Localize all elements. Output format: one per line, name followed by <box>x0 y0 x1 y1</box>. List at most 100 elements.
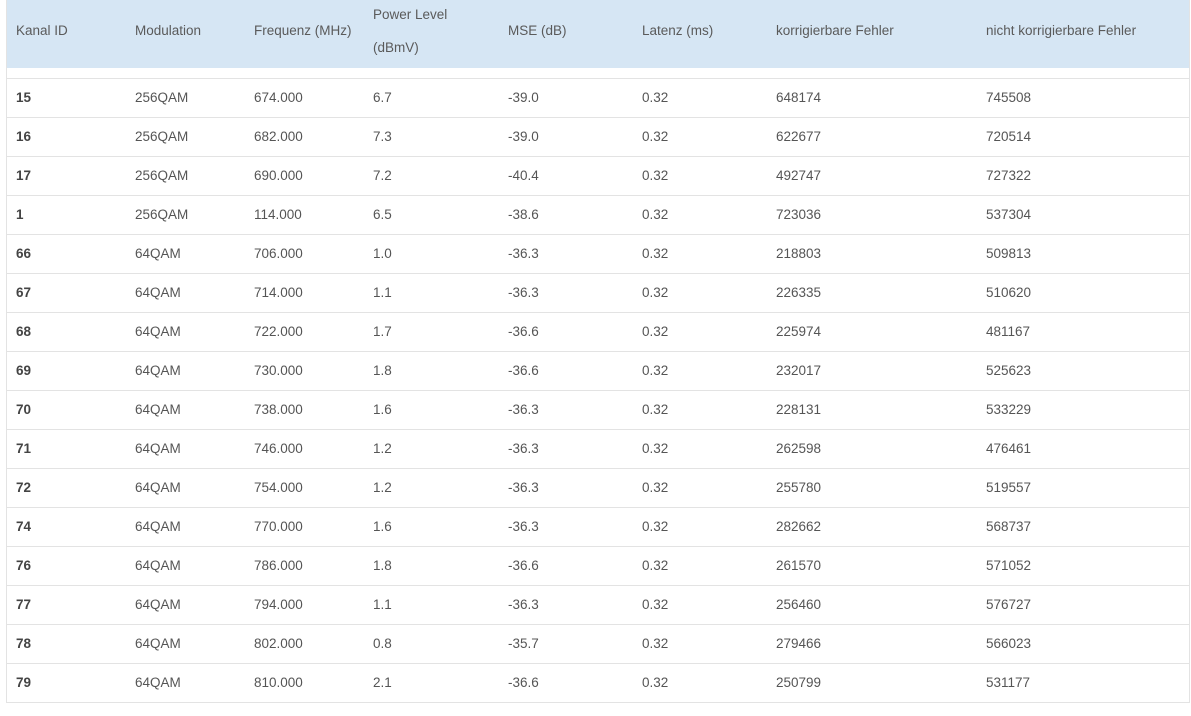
cell-nicht-korrigierbare-fehler: 525623 <box>986 363 1032 378</box>
header-latenz: Latenz (ms) <box>642 23 714 38</box>
header-spacer <box>7 68 1189 79</box>
header-mse: MSE (dB) <box>508 23 567 38</box>
cell-nicht-korrigierbare-fehler: 568737 <box>986 519 1032 534</box>
cell-kanal-id: 74 <box>16 519 32 534</box>
cell-modulation: 256QAM <box>135 90 189 105</box>
table-row: 72 64QAM 754.000 1.2 -36.3 0.32 255780 519557 <box>7 469 1189 508</box>
cell-latenz: 0.32 <box>642 558 669 573</box>
cell-power-level: 0.8 <box>373 636 392 651</box>
cell-modulation: 64QAM <box>135 480 181 495</box>
cell-kanal-id: 77 <box>16 597 32 612</box>
cell-mse: -36.3 <box>508 480 539 495</box>
cell-frequenz: 738.000 <box>254 402 303 417</box>
cell-modulation: 256QAM <box>135 129 189 144</box>
cell-korrigierbare-fehler: 226335 <box>776 285 822 300</box>
cell-modulation: 64QAM <box>135 636 181 651</box>
table-row: 74 64QAM 770.000 1.6 -36.3 0.32 282662 568737 <box>7 508 1189 547</box>
cell-nicht-korrigierbare-fehler: 531177 <box>986 675 1031 690</box>
cell-power-level: 1.6 <box>373 519 392 534</box>
cell-latenz: 0.32 <box>642 246 669 261</box>
cell-kanal-id: 1 <box>16 207 24 222</box>
cell-mse: -36.6 <box>508 363 539 378</box>
cell-mse: -36.3 <box>508 519 539 534</box>
cell-mse: -36.3 <box>508 597 539 612</box>
cell-power-level: 6.5 <box>373 207 392 222</box>
cell-kanal-id: 69 <box>16 363 32 378</box>
table-header: Kanal ID Modulation Frequenz (MHz) Power… <box>7 0 1189 68</box>
cell-frequenz: 114.000 <box>254 207 302 222</box>
cell-mse: -36.6 <box>508 324 539 339</box>
cell-modulation: 64QAM <box>135 675 181 690</box>
cell-frequenz: 794.000 <box>254 597 303 612</box>
cell-nicht-korrigierbare-fehler: 566023 <box>986 636 1032 651</box>
cell-latenz: 0.32 <box>642 402 669 417</box>
cell-kanal-id: 78 <box>16 636 32 651</box>
cell-power-level: 2.1 <box>373 675 392 690</box>
cell-frequenz: 714.000 <box>254 285 303 300</box>
table-row: 16 256QAM 682.000 7.3 -39.0 0.32 622677 720514 <box>7 118 1189 157</box>
cell-kanal-id: 67 <box>16 285 32 300</box>
cell-nicht-korrigierbare-fehler: 476461 <box>986 441 1032 456</box>
cell-mse: -36.3 <box>508 402 539 417</box>
header-power-level: Power Level (dBmV) <box>373 0 447 64</box>
cell-nicht-korrigierbare-fehler: 571052 <box>986 558 1032 573</box>
cell-power-level: 1.8 <box>373 558 392 573</box>
cell-frequenz: 690.000 <box>254 168 303 183</box>
cell-korrigierbare-fehler: 648174 <box>776 90 822 105</box>
cell-power-level: 1.1 <box>373 597 392 612</box>
cell-latenz: 0.32 <box>642 168 669 183</box>
cell-frequenz: 730.000 <box>254 363 303 378</box>
cell-kanal-id: 15 <box>16 90 32 105</box>
table-row: 1 256QAM 114.000 6.5 -38.6 0.32 723036 537304 <box>7 196 1189 235</box>
cell-latenz: 0.32 <box>642 90 669 105</box>
cell-latenz: 0.32 <box>642 480 669 495</box>
cell-frequenz: 802.000 <box>254 636 303 651</box>
cell-mse: -36.6 <box>508 558 539 573</box>
table-row: 79 64QAM 810.000 2.1 -36.6 0.32 250799 531177 <box>7 664 1189 703</box>
cell-modulation: 64QAM <box>135 441 181 456</box>
cell-korrigierbare-fehler: 218803 <box>776 246 822 261</box>
cell-nicht-korrigierbare-fehler: 533229 <box>986 402 1032 417</box>
cell-korrigierbare-fehler: 262598 <box>776 441 822 456</box>
cell-kanal-id: 71 <box>16 441 32 456</box>
cell-korrigierbare-fehler: 225974 <box>776 324 822 339</box>
cell-power-level: 7.3 <box>373 129 392 144</box>
table-row: 67 64QAM 714.000 1.1 -36.3 0.32 226335 510620 <box>7 274 1189 313</box>
cell-kanal-id: 79 <box>16 675 32 690</box>
cell-korrigierbare-fehler: 261570 <box>776 558 822 573</box>
cell-frequenz: 682.000 <box>254 129 303 144</box>
cell-nicht-korrigierbare-fehler: 720514 <box>986 129 1032 144</box>
header-power-level-label: Power Level <box>373 7 448 22</box>
cell-nicht-korrigierbare-fehler: 481167 <box>986 324 1031 339</box>
cell-latenz: 0.32 <box>642 324 669 339</box>
cell-mse: -38.6 <box>508 207 539 222</box>
cell-modulation: 64QAM <box>135 246 181 261</box>
cell-power-level: 1.7 <box>373 324 392 339</box>
table-row: 68 64QAM 722.000 1.7 -36.6 0.32 225974 481167 <box>7 313 1189 352</box>
table-row: 66 64QAM 706.000 1.0 -36.3 0.32 218803 509813 <box>7 235 1189 274</box>
cell-power-level: 7.2 <box>373 168 392 183</box>
cell-kanal-id: 16 <box>16 129 32 144</box>
cell-korrigierbare-fehler: 279466 <box>776 636 822 651</box>
cell-power-level: 1.6 <box>373 402 392 417</box>
header-modulation: Modulation <box>135 23 202 38</box>
cell-power-level: 6.7 <box>373 90 392 105</box>
header-korrigierbare-fehler: korrigierbare Fehler <box>776 23 894 38</box>
cell-mse: -39.0 <box>508 129 539 144</box>
cell-kanal-id: 76 <box>16 558 32 573</box>
cell-modulation: 64QAM <box>135 324 181 339</box>
cell-korrigierbare-fehler: 723036 <box>776 207 822 222</box>
header-kanal-id: Kanal ID <box>16 23 68 38</box>
cell-latenz: 0.32 <box>642 285 669 300</box>
table-row: 71 64QAM 746.000 1.2 -36.3 0.32 262598 476461 <box>7 430 1189 469</box>
cell-modulation: 64QAM <box>135 363 181 378</box>
cell-mse: -36.3 <box>508 285 539 300</box>
cell-latenz: 0.32 <box>642 207 669 222</box>
cell-frequenz: 754.000 <box>254 480 303 495</box>
cell-korrigierbare-fehler: 255780 <box>776 480 822 495</box>
cell-kanal-id: 72 <box>16 480 32 495</box>
table-row: 15 256QAM 674.000 6.7 -39.0 0.32 648174 745508 <box>7 79 1189 118</box>
table-row: 77 64QAM 794.000 1.1 -36.3 0.32 256460 576727 <box>7 586 1189 625</box>
table-body: 15 256QAM 674.000 6.7 -39.0 0.32 648174 745508 1… <box>7 79 1189 703</box>
cell-modulation: 64QAM <box>135 402 181 417</box>
